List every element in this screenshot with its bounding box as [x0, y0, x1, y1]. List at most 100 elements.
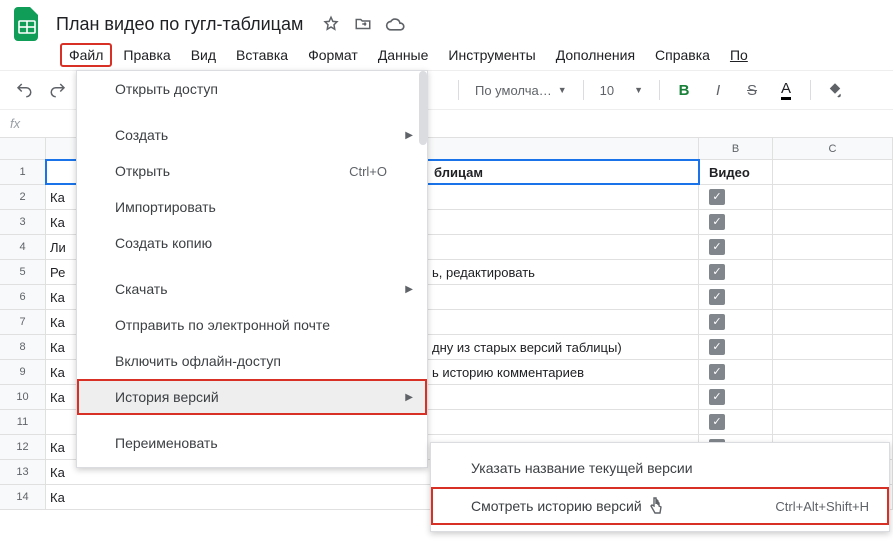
- undo-button[interactable]: [10, 76, 38, 104]
- menubar-data[interactable]: Данные: [369, 43, 438, 67]
- menu-item-open[interactable]: ОткрытьCtrl+O: [77, 153, 427, 189]
- row-header[interactable]: 3: [0, 210, 46, 234]
- font-size-select[interactable]: 10 ▼: [594, 76, 649, 104]
- bold-button[interactable]: B: [670, 76, 698, 104]
- menu-item-share[interactable]: Открыть доступ: [77, 71, 427, 107]
- cell[interactable]: [773, 410, 893, 434]
- cell[interactable]: [773, 185, 893, 209]
- menu-item-download[interactable]: Скачать▶: [77, 271, 427, 307]
- menubar-format[interactable]: Формат: [299, 43, 367, 67]
- menu-item-email[interactable]: Отправить по электронной почте: [77, 307, 427, 343]
- row-header[interactable]: 11: [0, 410, 46, 434]
- pointer-cursor-icon: [648, 497, 664, 515]
- menubar-help[interactable]: Справка: [646, 43, 719, 67]
- file-menu-dropdown: Открыть доступ Создать▶ ОткрытьCtrl+O Им…: [76, 70, 428, 468]
- checkbox-checked-icon[interactable]: ✓: [709, 289, 725, 305]
- cell[interactable]: ✓: [699, 410, 773, 434]
- cell[interactable]: [773, 385, 893, 409]
- checkbox-checked-icon[interactable]: ✓: [709, 314, 725, 330]
- row-header[interactable]: 2: [0, 185, 46, 209]
- checkbox-checked-icon[interactable]: ✓: [709, 189, 725, 205]
- chevron-right-icon: ▶: [405, 130, 413, 141]
- row-header[interactable]: 13: [0, 460, 46, 484]
- title-row: План видео по гугл-таблицам: [0, 8, 893, 40]
- font-family-select[interactable]: По умолча… ▼: [469, 76, 573, 104]
- cell[interactable]: [773, 260, 893, 284]
- row-header[interactable]: 10: [0, 385, 46, 409]
- checkbox-checked-icon[interactable]: ✓: [709, 389, 725, 405]
- checkbox-checked-icon[interactable]: ✓: [709, 364, 725, 380]
- menubar-addons[interactable]: Дополнения: [547, 43, 644, 67]
- submenu-item-see-version-history[interactable]: Смотреть историю версий Ctrl+Alt+Shift+H: [431, 487, 889, 525]
- text-color-button[interactable]: A: [772, 76, 800, 104]
- checkbox-checked-icon[interactable]: ✓: [709, 339, 725, 355]
- document-title[interactable]: План видео по гугл-таблицам: [56, 14, 303, 35]
- cell[interactable]: ✓: [699, 235, 773, 259]
- cell[interactable]: [773, 285, 893, 309]
- toolbar-separator: [458, 80, 459, 100]
- strikethrough-button[interactable]: S: [738, 76, 766, 104]
- row-header[interactable]: 6: [0, 285, 46, 309]
- cell[interactable]: [773, 360, 893, 384]
- column-header-b[interactable]: B: [699, 138, 773, 159]
- menu-item-make-copy[interactable]: Создать копию: [77, 225, 427, 261]
- cell[interactable]: Видео: [699, 160, 773, 184]
- sheets-app-icon[interactable]: [12, 9, 42, 39]
- chevron-down-icon: ▼: [634, 85, 643, 95]
- cell[interactable]: [773, 310, 893, 334]
- star-icon[interactable]: [321, 14, 341, 34]
- row-header[interactable]: 8: [0, 335, 46, 359]
- menu-item-import[interactable]: Импортировать: [77, 189, 427, 225]
- column-header-c[interactable]: C: [773, 138, 893, 159]
- chevron-right-icon: ▶: [405, 284, 413, 295]
- row-header[interactable]: 7: [0, 310, 46, 334]
- font-family-label: По умолча…: [475, 83, 552, 98]
- chevron-down-icon: ▼: [558, 85, 567, 95]
- cell[interactable]: ✓: [699, 210, 773, 234]
- cell[interactable]: ✓: [699, 260, 773, 284]
- toolbar-separator: [810, 80, 811, 100]
- cell[interactable]: [773, 210, 893, 234]
- checkbox-checked-icon[interactable]: ✓: [709, 239, 725, 255]
- row-header[interactable]: 9: [0, 360, 46, 384]
- row-header[interactable]: 12: [0, 435, 46, 459]
- menubar-insert[interactable]: Вставка: [227, 43, 297, 67]
- cell[interactable]: ✓: [699, 185, 773, 209]
- italic-button[interactable]: I: [704, 76, 732, 104]
- toolbar-separator: [659, 80, 660, 100]
- row-header[interactable]: 14: [0, 485, 46, 509]
- cloud-status-icon[interactable]: [385, 14, 405, 34]
- row-header[interactable]: 5: [0, 260, 46, 284]
- toolbar-separator: [583, 80, 584, 100]
- header: План видео по гугл-таблицам Файл Правка …: [0, 0, 893, 70]
- cell[interactable]: ✓: [699, 385, 773, 409]
- menu-item-offline[interactable]: Включить офлайн-доступ: [77, 343, 427, 379]
- menubar-last-edit[interactable]: По: [721, 43, 757, 67]
- cell[interactable]: [773, 160, 893, 184]
- redo-button[interactable]: [44, 76, 72, 104]
- cell[interactable]: [773, 235, 893, 259]
- menu-item-new[interactable]: Создать▶: [77, 117, 427, 153]
- cell[interactable]: ✓: [699, 310, 773, 334]
- fill-color-button[interactable]: [821, 76, 849, 104]
- select-all-corner[interactable]: [0, 138, 46, 159]
- menu-item-rename[interactable]: Переименовать: [77, 425, 427, 461]
- menu-item-version-history[interactable]: История версий▶: [77, 379, 427, 415]
- menubar-view[interactable]: Вид: [182, 43, 225, 67]
- submenu-item-name-current-version[interactable]: Указать название текущей версии: [431, 449, 889, 487]
- move-icon[interactable]: [353, 14, 373, 34]
- cell[interactable]: [773, 335, 893, 359]
- menubar: Файл Правка Вид Вставка Формат Данные Ин…: [0, 40, 893, 70]
- cell[interactable]: ✓: [699, 285, 773, 309]
- cell[interactable]: ✓: [699, 360, 773, 384]
- row-header[interactable]: 4: [0, 235, 46, 259]
- row-header[interactable]: 1: [0, 160, 46, 184]
- font-size-value: 10: [600, 83, 614, 98]
- checkbox-checked-icon[interactable]: ✓: [709, 214, 725, 230]
- cell[interactable]: ✓: [699, 335, 773, 359]
- menubar-edit[interactable]: Правка: [114, 43, 179, 67]
- menubar-file[interactable]: Файл: [60, 43, 112, 67]
- checkbox-checked-icon[interactable]: ✓: [709, 414, 725, 430]
- menubar-tools[interactable]: Инструменты: [439, 43, 544, 67]
- checkbox-checked-icon[interactable]: ✓: [709, 264, 725, 280]
